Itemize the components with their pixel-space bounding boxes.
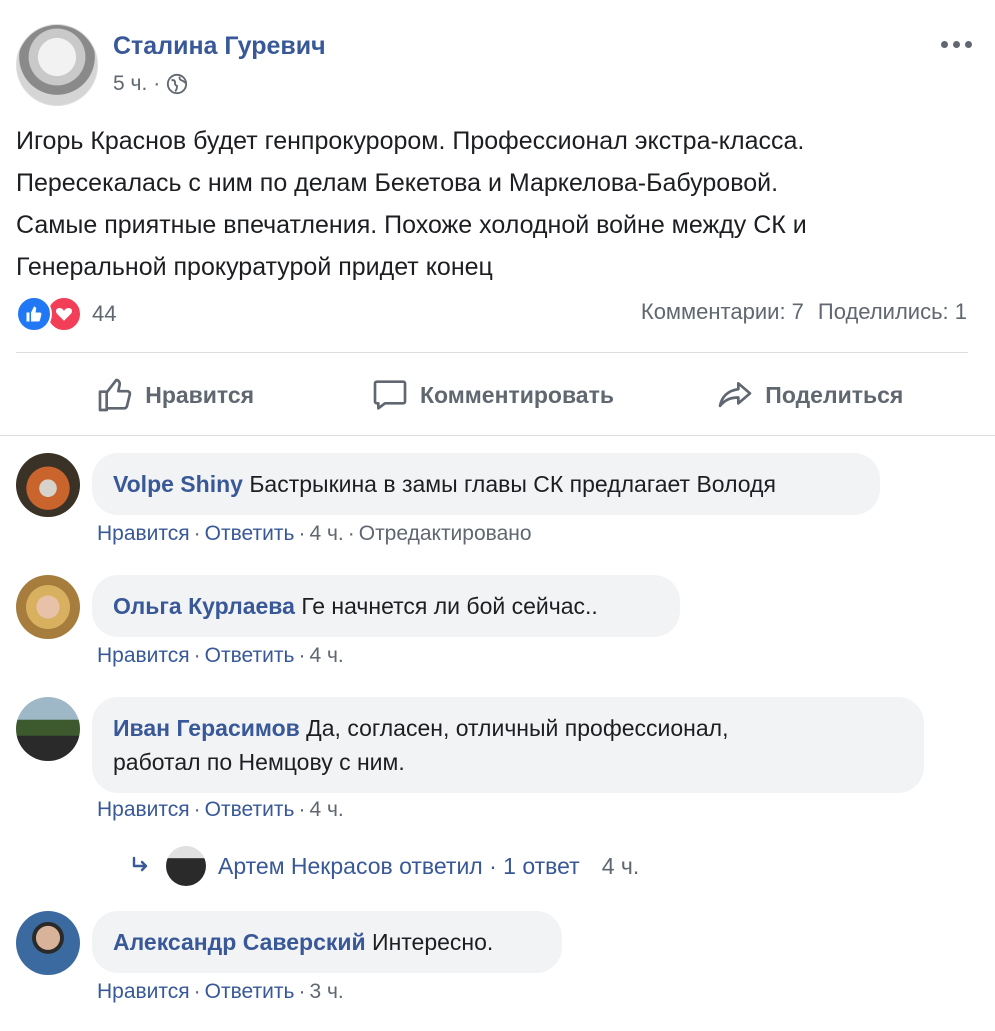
comment-time[interactable]: 4 ч. bbox=[309, 644, 343, 667]
post-text-line: Генеральной прокуратурой придет конец bbox=[16, 253, 493, 281]
sep: · bbox=[298, 644, 306, 667]
more-options-button[interactable] bbox=[936, 32, 976, 56]
post-header: Сталина Гуревич 5 ч. · bbox=[16, 24, 976, 108]
comment-like-link[interactable]: Нравится bbox=[97, 980, 190, 1003]
comment-bubble: Ольга Курлаева Ге начнется ли бой сейчас… bbox=[92, 575, 680, 637]
sep: · bbox=[298, 522, 306, 545]
comment-actions: Нравится · Ответить · 4 ч. · Отредактировано bbox=[97, 522, 532, 546]
commenter-avatar[interactable] bbox=[16, 697, 80, 761]
share-button[interactable]: Поделиться bbox=[651, 360, 968, 430]
comment-button[interactable]: Комментировать bbox=[333, 360, 650, 430]
comment-reply-link[interactable]: Ответить bbox=[205, 980, 295, 1003]
comment-text: Интересно. bbox=[372, 929, 494, 955]
like-reaction-icon bbox=[16, 296, 52, 332]
reactions-summary[interactable]: 44 bbox=[16, 296, 116, 332]
commenter-avatar[interactable] bbox=[16, 575, 80, 639]
share-icon bbox=[718, 382, 752, 408]
commenter-name[interactable]: Ольга Курлаева bbox=[113, 593, 295, 619]
author-avatar[interactable] bbox=[16, 24, 98, 106]
comments-count-link[interactable]: Комментарии: 7 bbox=[641, 299, 804, 325]
like-button[interactable]: Нравится bbox=[16, 360, 333, 430]
comment-text: работал по Немцову с ним. bbox=[113, 749, 405, 775]
reactions-count: 44 bbox=[92, 301, 117, 326]
comment-reply-link[interactable]: Ответить bbox=[205, 522, 295, 545]
divider bbox=[16, 352, 968, 353]
comment-text: Бастрыкина в замы главы СК предлагает Во… bbox=[249, 471, 776, 497]
comment-reply-link[interactable]: Ответить bbox=[205, 644, 295, 667]
commenter-name[interactable]: Александр Саверский bbox=[113, 929, 366, 955]
comment-bubble: Иван Герасимов Да, согласен, отличный пр… bbox=[92, 697, 924, 793]
sep: · bbox=[193, 798, 201, 821]
commenter-avatar[interactable] bbox=[16, 453, 80, 517]
globe-icon[interactable] bbox=[166, 73, 188, 95]
comment-edited[interactable]: Отредактировано bbox=[359, 522, 532, 545]
comment-text: Да, согласен, отличный профессионал, bbox=[306, 715, 729, 741]
comment-bubble: Volpe Shiny Бастрыкина в замы главы СК п… bbox=[92, 453, 880, 515]
more-dots-icon bbox=[940, 40, 948, 48]
sep: · bbox=[298, 798, 306, 821]
sep: · bbox=[298, 980, 306, 1003]
shares-count-link[interactable]: Поделились: 1 bbox=[818, 299, 967, 325]
comment-time[interactable]: 4 ч. bbox=[309, 798, 343, 821]
more-dot bbox=[964, 40, 972, 48]
view-replies-link[interactable]: Артем Некрасов ответил · 1 ответ bbox=[218, 853, 580, 880]
share-button-label: Поделиться bbox=[765, 381, 904, 408]
comment-text: Ге начнется ли бой сейчас.. bbox=[301, 593, 598, 619]
author-name[interactable]: Сталина Гуревич bbox=[113, 32, 326, 61]
comment-actions: Нравится · Ответить · 3 ч. bbox=[97, 980, 344, 1004]
comment-like-link[interactable]: Нравится bbox=[97, 522, 190, 545]
sep: · bbox=[193, 980, 201, 1003]
post-meta: 5 ч. · bbox=[113, 72, 188, 96]
reply-time[interactable]: 4 ч. bbox=[602, 853, 640, 880]
commenter-name[interactable]: Иван Герасимов bbox=[113, 715, 300, 741]
meta-separator: · bbox=[153, 72, 161, 95]
action-bar: Нравится Комментировать Поделиться bbox=[16, 360, 968, 430]
post-time[interactable]: 5 ч. bbox=[113, 72, 147, 96]
comment-actions: Нравится · Ответить · 4 ч. bbox=[97, 644, 344, 668]
reply-arrow-icon bbox=[132, 856, 148, 872]
comment-time[interactable]: 4 ч. bbox=[309, 522, 343, 545]
sep: · bbox=[193, 522, 201, 545]
comment-reply-link[interactable]: Ответить bbox=[205, 798, 295, 821]
comment-like-link[interactable]: Нравится bbox=[97, 644, 190, 667]
thumbs-up-icon bbox=[98, 378, 132, 412]
sep: · bbox=[193, 644, 201, 667]
sep: · bbox=[347, 522, 355, 545]
comment-button-label: Комментировать bbox=[419, 381, 614, 408]
post-text-line: Пересекалась с ним по делам Бекетова и М… bbox=[16, 169, 779, 197]
divider bbox=[0, 435, 995, 436]
replier-avatar[interactable] bbox=[166, 846, 206, 886]
commenter-avatar[interactable] bbox=[16, 911, 80, 975]
post-text-line: Самые приятные впечатления. Похоже холод… bbox=[16, 211, 807, 239]
post-text-line: Игорь Краснов будет генпрокурором. Профе… bbox=[16, 127, 805, 155]
commenter-name[interactable]: Volpe Shiny bbox=[113, 471, 243, 497]
post-text: Игорь Краснов будет генпрокурором. Профе… bbox=[16, 120, 966, 288]
comment-icon bbox=[373, 380, 407, 410]
comment-actions: Нравится · Ответить · 4 ч. bbox=[97, 798, 344, 822]
post-stats: Комментарии: 7 Поделились: 1 bbox=[641, 299, 967, 325]
more-dot bbox=[952, 40, 960, 48]
comment-like-link[interactable]: Нравится bbox=[97, 798, 190, 821]
comment-bubble: Александр Саверский Интересно. bbox=[92, 911, 562, 973]
like-button-label: Нравится bbox=[145, 381, 255, 408]
view-replies-row[interactable]: Артем Некрасов ответил · 1 ответ 4 ч. bbox=[130, 846, 639, 886]
comment-time[interactable]: 3 ч. bbox=[309, 980, 343, 1003]
